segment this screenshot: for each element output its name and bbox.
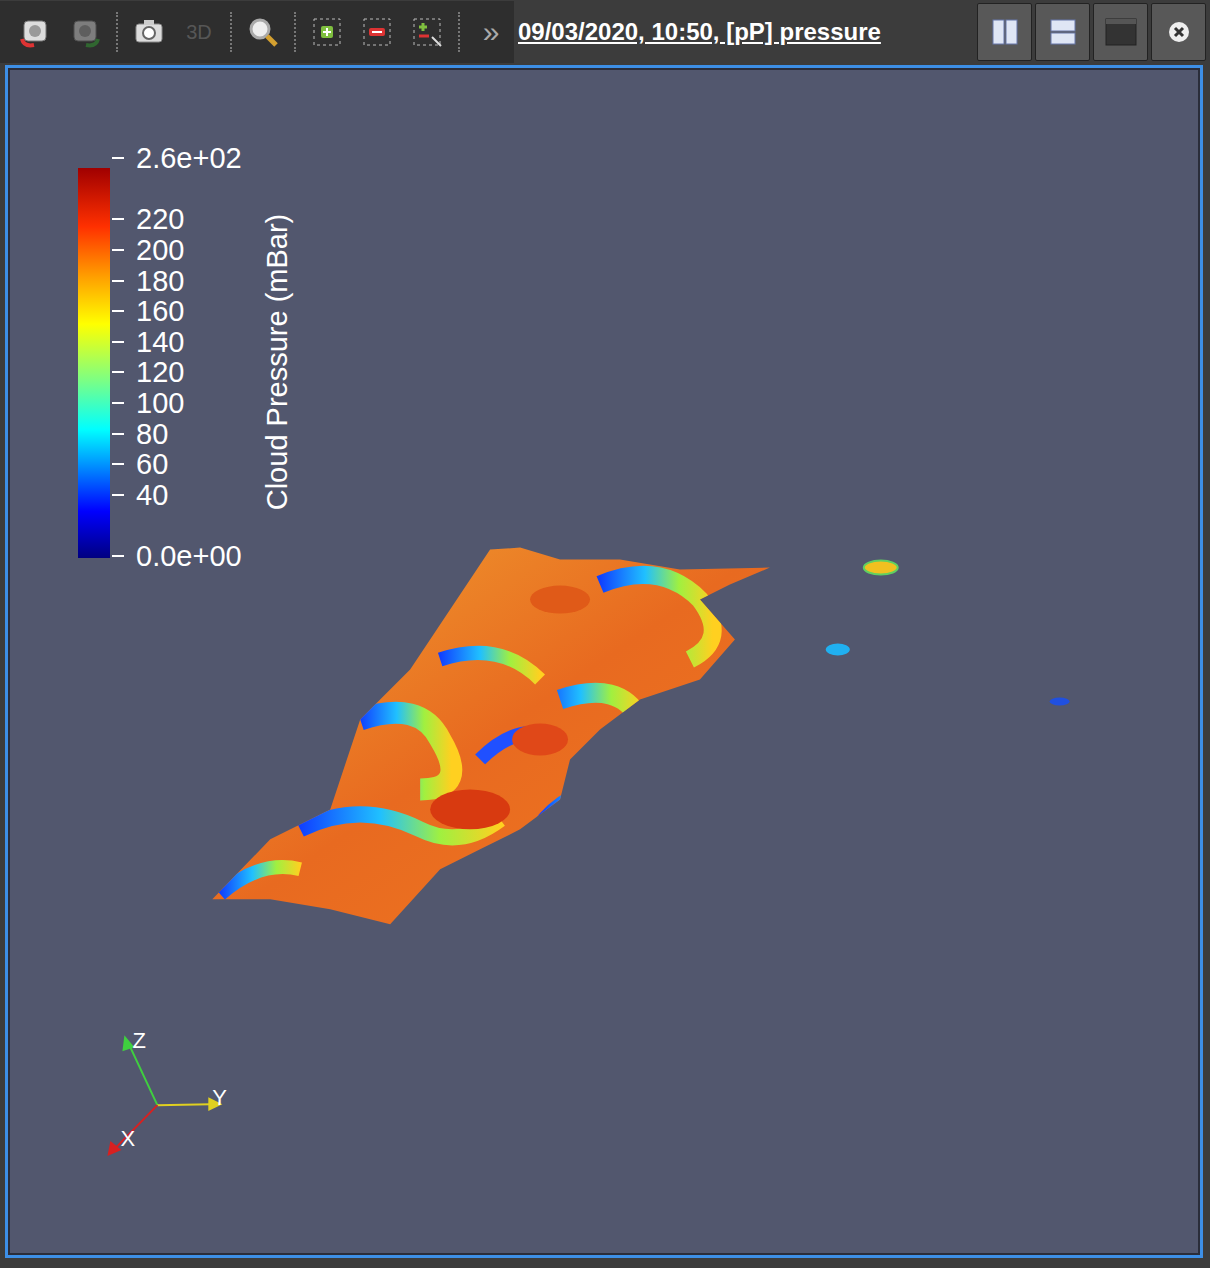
legend-label: 60 [136, 450, 168, 479]
legend-tick [112, 371, 124, 373]
toolbar-button[interactable] [126, 9, 172, 55]
legend-tick [112, 280, 124, 282]
legend-tick [112, 218, 124, 220]
select-add-icon [310, 15, 344, 49]
view-button[interactable] [1093, 3, 1148, 61]
legend-label: 2.6e+02 [136, 144, 242, 173]
render-view-window: 3D »09/03/2020, 10:50, [pP] pressure Z Y X 2.… [0, 0, 1210, 1268]
color-legend-bar [78, 168, 110, 558]
legend-label: 160 [136, 297, 184, 326]
camera-undo-icon [18, 15, 52, 49]
legend-tick [112, 249, 124, 251]
split-vertical-icon [1048, 17, 1078, 47]
legend-tick [112, 494, 124, 496]
legend-tick [112, 157, 124, 159]
toolbar-button[interactable]: 3D [176, 9, 222, 55]
axis-label: Z [132, 1028, 145, 1053]
axis-label: X [120, 1126, 135, 1151]
maximize-icon [1104, 15, 1138, 49]
legend-tick [112, 433, 124, 435]
camera-undo-icon [68, 15, 102, 49]
toolbar-button[interactable] [240, 9, 286, 55]
camera-tools: 3D » [0, 1, 514, 63]
toolbar-button[interactable]: » [468, 9, 514, 55]
split-horizontal-icon [990, 17, 1020, 47]
legend-tick [112, 341, 124, 343]
legend-tick [112, 463, 124, 465]
separator [294, 12, 296, 52]
view-title[interactable]: 09/03/2020, 10:50, [pP] pressure [514, 18, 977, 46]
axis-label: Y [212, 1085, 227, 1110]
legend-tick [112, 310, 124, 312]
pressure-patch [864, 561, 898, 575]
view-button[interactable] [977, 3, 1032, 61]
pressure-patch [826, 644, 850, 656]
legend-label: 200 [136, 236, 184, 265]
toolbar-button[interactable] [304, 9, 350, 55]
toolbar-button[interactable] [12, 9, 58, 55]
toolbar-button[interactable] [404, 9, 450, 55]
legend-label: 80 [136, 419, 168, 448]
view-button[interactable] [1035, 3, 1090, 61]
pressure-patch [1050, 697, 1070, 705]
legend-title: Cloud Pressure (mBar) [263, 214, 292, 511]
view-buttons [977, 3, 1210, 61]
pressure-surface[interactable]: Z Y X [8, 68, 1200, 1255]
select-toggle-icon [410, 15, 444, 49]
close-icon [1167, 20, 1191, 44]
legend-label: 220 [136, 205, 184, 234]
legend-tick [112, 555, 124, 557]
separator [458, 12, 460, 52]
legend-label: 140 [136, 327, 184, 356]
separator [116, 12, 118, 52]
separator [230, 12, 232, 52]
toolbar-button[interactable] [62, 9, 108, 55]
orientation-axes: Z Y X [107, 1028, 227, 1156]
legend-label: 100 [136, 389, 184, 418]
render-view[interactable]: Z Y X 2.6e+02 220200180160140120100806040 0.0… [5, 65, 1203, 1258]
legend-label: 0.0e+00 [136, 542, 242, 571]
view-toolbar: 3D »09/03/2020, 10:50, [pP] pressure [0, 0, 1210, 64]
view-button[interactable] [1151, 3, 1206, 61]
legend-label: 40 [136, 480, 168, 509]
zoom-data-icon [246, 15, 280, 49]
capture-screenshot-icon [132, 15, 166, 49]
legend-label: 180 [136, 266, 184, 295]
legend-tick [112, 402, 124, 404]
toolbar-button[interactable] [354, 9, 400, 55]
legend-label: 120 [136, 358, 184, 387]
select-remove-icon [360, 15, 394, 49]
